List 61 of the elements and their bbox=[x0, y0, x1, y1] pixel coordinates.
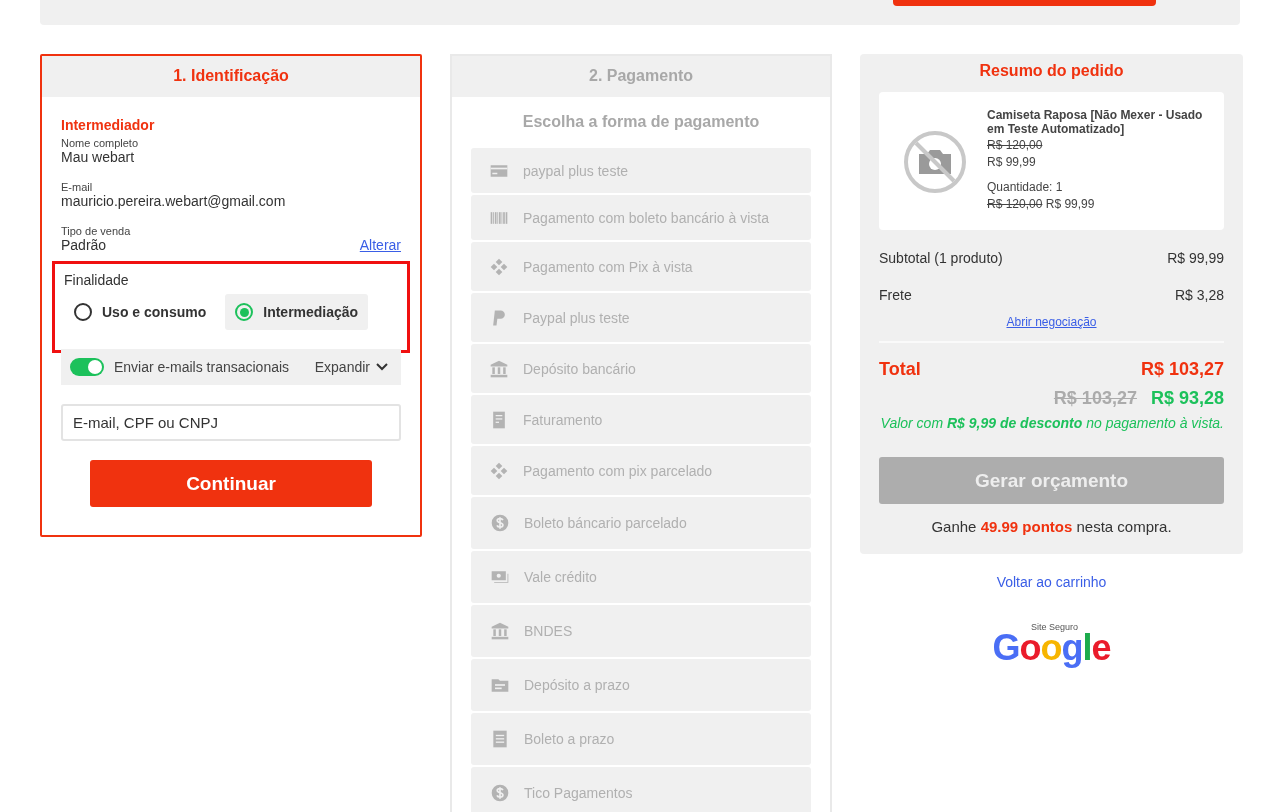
continue-button[interactable]: Continuar bbox=[90, 460, 372, 507]
chevron-down-icon bbox=[376, 363, 388, 371]
summary-value: R$ 99,99 bbox=[1167, 250, 1224, 266]
change-link[interactable]: Alterar bbox=[359, 237, 401, 253]
payment-option[interactable]: Pagamento com boleto bancário à vista bbox=[471, 195, 811, 240]
seal-caption: Site Seguro bbox=[1031, 623, 1078, 632]
field-value: mauricio.pereira.webart@gmail.com bbox=[61, 193, 287, 209]
dollar-coin-icon bbox=[490, 783, 510, 803]
radio-option[interactable]: Uso e consumo bbox=[64, 294, 217, 330]
payment-option[interactable]: Boleto a prazo bbox=[471, 713, 811, 765]
old-price: R$ 120,00 bbox=[987, 138, 1044, 152]
total-label: Total bbox=[879, 359, 921, 380]
payment-option[interactable]: Pagamento com Pix à vista bbox=[471, 242, 811, 291]
negotiation-link[interactable]: Abrir negociação bbox=[879, 315, 1224, 329]
discount-note: Valor com R$ 9,99 de desconto no pagamento à vista. bbox=[879, 415, 1224, 431]
summary-title: Resumo do pedido bbox=[978, 62, 1125, 80]
summary-value: R$ 3,28 bbox=[1174, 287, 1224, 303]
product-quantity: Quantidade: 1 bbox=[987, 180, 1064, 194]
payment-option[interactable]: Paypal plus teste bbox=[471, 293, 811, 342]
payment-option[interactable]: Vale crédito bbox=[471, 551, 811, 603]
payment-option[interactable]: Pagamento com pix parcelado bbox=[471, 446, 811, 495]
field-value: Padrão bbox=[61, 237, 107, 253]
diamond-icon bbox=[489, 256, 509, 277]
purpose-label: Finalidade bbox=[64, 272, 130, 288]
old-price: R$ 120,00 bbox=[987, 197, 1043, 211]
field-value: Mau webart bbox=[61, 149, 136, 165]
payment-heading: Escolha a forma de pagamento bbox=[521, 113, 761, 131]
payment-option[interactable]: Depósito a prazo bbox=[471, 659, 811, 711]
summary-label: Subtotal (1 produto) bbox=[879, 250, 1003, 266]
dollar-coin-icon bbox=[490, 513, 510, 533]
points-note: Ganhe 49.99 pontos nesta compra. bbox=[930, 518, 1173, 535]
payment-option[interactable]: paypal plus teste bbox=[471, 148, 811, 193]
old-total: R$ 103,27 bbox=[1053, 388, 1137, 409]
receipt-icon bbox=[490, 729, 510, 749]
expand-button[interactable]: Expandir bbox=[314, 359, 392, 375]
diamond-icon bbox=[489, 460, 509, 481]
payment-option[interactable]: Boleto báncario parcelado bbox=[471, 497, 811, 549]
section-title: Intermediador bbox=[61, 117, 156, 133]
step-title: 1. Identificação bbox=[42, 56, 420, 97]
radio-option[interactable]: Intermediação bbox=[225, 294, 369, 330]
field-label: Nome completo bbox=[61, 137, 140, 149]
field-label: Tipo de venda bbox=[61, 225, 132, 237]
product-name: Camiseta Raposa [Não Mexer - Usado em Teste Automatizado] bbox=[987, 108, 1204, 136]
cash-total: R$ 93,28 bbox=[1150, 388, 1224, 409]
back-to-cart-link[interactable]: Voltar ao carrinho bbox=[860, 574, 1243, 590]
bank-icon bbox=[490, 621, 510, 641]
bank-icon bbox=[489, 358, 509, 379]
toggle-label: Enviar e-mails transacionais bbox=[114, 359, 291, 375]
total-value: R$ 103,27 bbox=[1140, 359, 1224, 380]
payment-option[interactable]: Tico Pagamentos bbox=[471, 767, 811, 812]
customer-search-field[interactable]: E-mail, CPF ou CNPJ bbox=[61, 404, 401, 441]
payment-option[interactable]: Depósito bancário bbox=[471, 344, 811, 393]
toggle-switch[interactable] bbox=[70, 358, 104, 376]
payment-option[interactable]: BNDES bbox=[471, 605, 811, 657]
step-title: 2. Pagamento bbox=[452, 56, 830, 97]
no-photo-icon bbox=[903, 130, 967, 194]
field-label: E-mail bbox=[61, 181, 94, 193]
payment-option[interactable]: Faturamento bbox=[471, 395, 811, 444]
summary-label: Frete bbox=[879, 287, 912, 303]
line-price: R$ 99,99 bbox=[1045, 197, 1095, 211]
product-price: R$ 99,99 bbox=[987, 155, 1037, 169]
